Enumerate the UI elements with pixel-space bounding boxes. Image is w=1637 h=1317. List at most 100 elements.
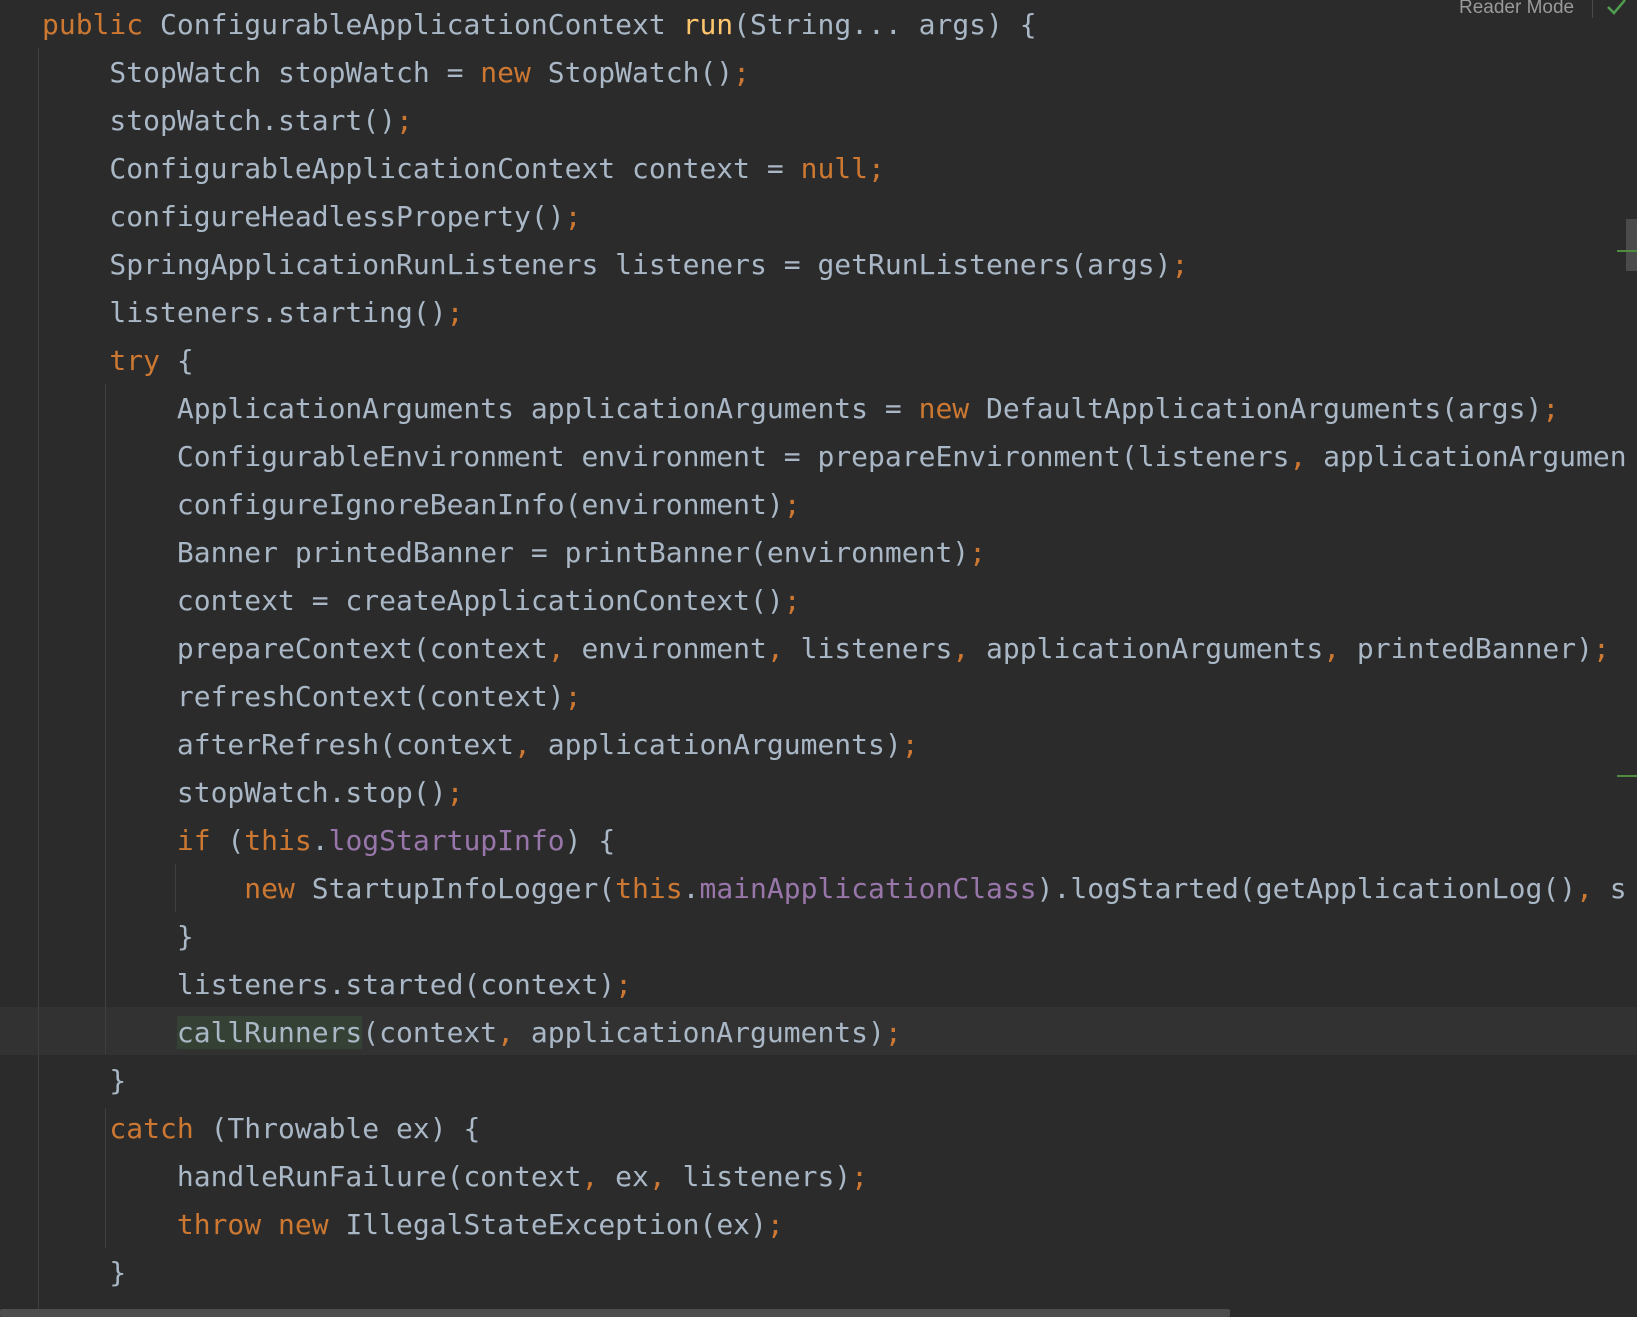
code-line[interactable]: Banner printedBanner = printBanner(envir…: [42, 529, 986, 577]
code-line[interactable]: }: [42, 1249, 126, 1297]
code-token: applicationArguments): [514, 1016, 885, 1049]
code-line[interactable]: new StartupInfoLogger(this.mainApplicati…: [42, 865, 1627, 913]
code-token: ApplicationArguments applicationArgument…: [42, 392, 919, 425]
vertical-scrollbar-thumb[interactable]: [1626, 219, 1637, 271]
comma-token: ,: [766, 632, 784, 665]
code-token: ex: [598, 1160, 649, 1193]
code-line[interactable]: context = createApplicationContext();: [42, 577, 801, 625]
semicolon-token: ;: [615, 968, 633, 1001]
code-token: applicationArguments: [969, 632, 1324, 665]
semicolon-token: ;: [851, 1160, 869, 1193]
code-token: StopWatch stopWatch =: [42, 56, 481, 89]
code-token: afterRefresh(context: [42, 728, 515, 761]
code-token: applicationArgumen: [1306, 440, 1627, 473]
code-token: stopWatch.start(): [42, 104, 397, 137]
code-line[interactable]: catch (Throwable ex) {: [42, 1105, 480, 1153]
code-text-area[interactable]: public ConfigurableApplicationContext ru…: [0, 0, 1637, 1317]
code-token: SpringApplicationRunListeners listeners …: [42, 248, 1172, 281]
code-token: prepareContext(context: [42, 632, 548, 665]
code-token: ) {: [564, 824, 616, 857]
code-token: listeners: [783, 632, 953, 665]
code-line[interactable]: listeners.starting();: [42, 289, 463, 337]
keyword-token: catch: [42, 1112, 194, 1145]
toolbar-separator: [1592, 0, 1593, 18]
keyword-token: null: [800, 152, 869, 185]
reader-mode-button[interactable]: Reader Mode: [1459, 0, 1574, 22]
keyword-token: try: [42, 344, 161, 377]
comma-token: ,: [581, 1160, 599, 1193]
code-line[interactable]: }: [42, 913, 194, 961]
semicolon-token: ;: [733, 56, 751, 89]
keyword-token: if: [42, 824, 211, 857]
field-token: logStartupInfo: [328, 824, 565, 857]
code-token: StartupInfoLogger(: [294, 872, 616, 905]
code-token: .: [311, 824, 329, 857]
code-token: {: [160, 344, 194, 377]
keyword-token: new: [480, 56, 531, 89]
code-line[interactable]: configureHeadlessProperty();: [42, 193, 581, 241]
code-token: s: [1592, 872, 1627, 905]
change-marker[interactable]: [1617, 775, 1637, 777]
code-line[interactable]: public ConfigurableApplicationContext ru…: [42, 1, 1037, 49]
code-line[interactable]: SpringApplicationRunListeners listeners …: [42, 241, 1188, 289]
code-token: ConfigurableEnvironment environment = pr…: [42, 440, 1290, 473]
highlighted-usage-token: callRunners: [176, 1016, 363, 1049]
code-token: handleRunFailure(context: [42, 1160, 582, 1193]
method-name-token: run: [682, 8, 734, 41]
code-token: listeners.starting(): [42, 296, 447, 329]
code-line[interactable]: handleRunFailure(context, ex, listeners)…: [42, 1153, 868, 1201]
change-marker[interactable]: [1617, 250, 1637, 252]
code-token: ConfigurableApplicationContext context =: [42, 152, 801, 185]
code-editor[interactable]: public ConfigurableApplicationContext ru…: [0, 0, 1637, 1317]
code-line[interactable]: ApplicationArguments applicationArgument…: [42, 385, 1559, 433]
code-line[interactable]: afterRefresh(context, applicationArgumen…: [42, 721, 919, 769]
code-line[interactable]: listeners.started(context);: [42, 961, 632, 1009]
code-line[interactable]: ConfigurableEnvironment environment = pr…: [42, 433, 1627, 481]
code-token: listeners.started(context): [42, 968, 616, 1001]
code-token: refreshContext(context): [42, 680, 565, 713]
keyword-token: new: [278, 1208, 329, 1241]
code-token: configureHeadlessProperty(): [42, 200, 565, 233]
horizontal-scrollbar[interactable]: [0, 1309, 1637, 1317]
code-line[interactable]: }: [42, 1057, 126, 1105]
code-line[interactable]: stopWatch.start();: [42, 97, 412, 145]
code-token: }: [42, 920, 194, 953]
code-line[interactable]: callRunners(context, applicationArgument…: [42, 1009, 902, 1057]
comma-token: ,: [547, 632, 565, 665]
check-icon[interactable]: [1604, 0, 1628, 18]
code-token: ).logStarted(getApplicationLog(): [1036, 872, 1577, 905]
keyword-token: this: [244, 824, 312, 857]
code-line[interactable]: StopWatch stopWatch = new StopWatch();: [42, 49, 750, 97]
code-line[interactable]: prepareContext(context, environment, lis…: [42, 625, 1610, 673]
keyword-token: throw: [42, 1208, 262, 1241]
code-line[interactable]: try {: [42, 337, 194, 385]
code-token: DefaultApplicationArguments(args): [969, 392, 1543, 425]
code-line[interactable]: refreshContext(context);: [42, 673, 582, 721]
code-token: applicationArguments): [530, 728, 902, 761]
code-token: (context: [362, 1016, 498, 1049]
code-token: context = createApplicationContext(): [42, 584, 784, 617]
horizontal-scrollbar-thumb[interactable]: [0, 1309, 1230, 1317]
code-line[interactable]: configureIgnoreBeanInfo(environment);: [42, 481, 801, 529]
code-token: .: [682, 872, 700, 905]
code-line[interactable]: throw new IllegalStateException(ex);: [42, 1201, 784, 1249]
code-token: (Throwable ex) {: [193, 1112, 481, 1145]
comma-token: ,: [514, 728, 531, 761]
code-line[interactable]: if (this.logStartupInfo) {: [42, 817, 615, 865]
code-token: (String... args) {: [733, 8, 1037, 41]
code-line[interactable]: ConfigurableApplicationContext context =…: [42, 145, 884, 193]
code-line[interactable]: stopWatch.stop();: [42, 769, 464, 817]
semicolon-token: ;: [884, 1016, 902, 1049]
code-token: configureIgnoreBeanInfo(environment): [42, 488, 784, 521]
comma-token: ,: [648, 1160, 666, 1193]
comma-token: ,: [1323, 632, 1341, 665]
comma-token: ,: [952, 632, 970, 665]
code-token: StopWatch(): [530, 56, 734, 89]
keyword-token: this: [615, 872, 683, 905]
code-token: ConfigurableApplicationContext: [143, 8, 683, 41]
semicolon-token: ;: [1542, 392, 1560, 425]
code-token: listeners): [665, 1160, 852, 1193]
semicolon-token: ;: [901, 728, 919, 761]
